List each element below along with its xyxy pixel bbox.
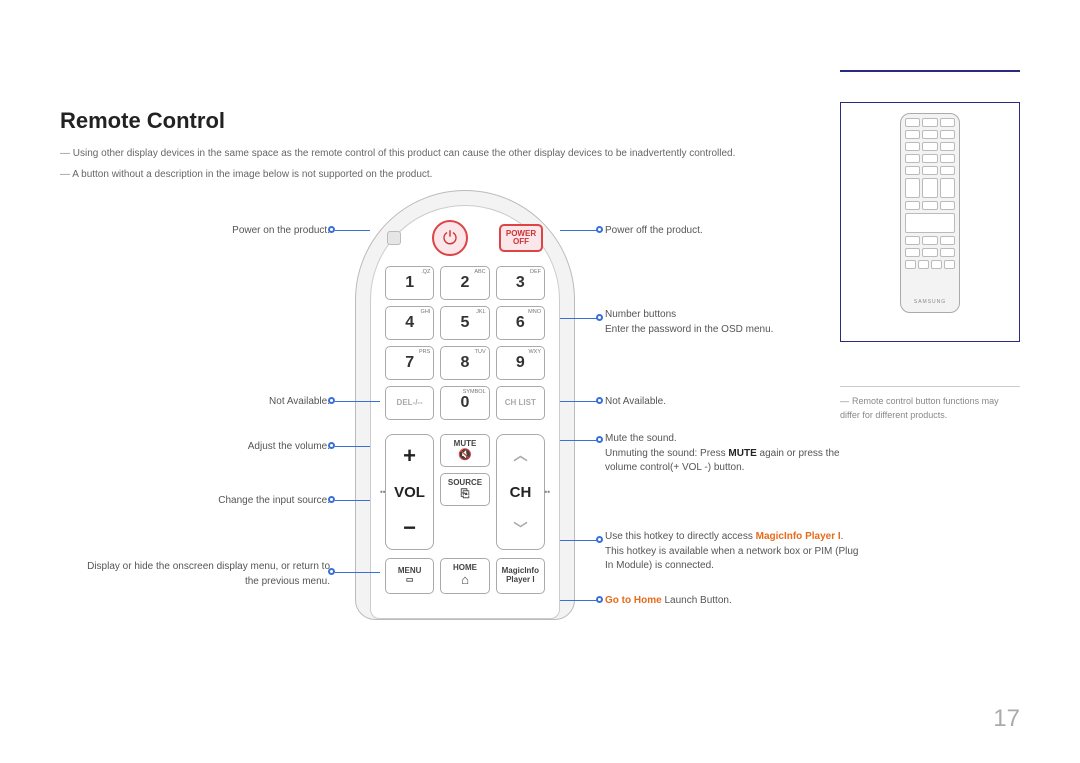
power-off-label-2: OFF [513, 238, 529, 246]
key-chlist[interactable]: CH LIST [496, 386, 545, 420]
page-number: 17 [993, 705, 1020, 733]
remote-diagram: ⏻ POWER OFF .QZ1 ABC2 DEF3 GHI4 JKL5 MNO… [60, 190, 840, 620]
callout-dot [596, 226, 603, 233]
callout-dot [596, 536, 603, 543]
number-pad: .QZ1 ABC2 DEF3 GHI4 JKL5 MNO6 PRS7 TUV8 … [381, 266, 549, 420]
magicinfo-button[interactable]: MagicInfo Player I [496, 558, 545, 594]
ir-sensor [387, 231, 401, 245]
home-icon [461, 573, 469, 587]
source-button[interactable]: SOURCE [440, 473, 490, 506]
minus-icon: − [403, 517, 416, 539]
volume-rocker[interactable]: •• + VOL − [385, 434, 434, 550]
power-off-button[interactable]: POWER OFF [499, 224, 543, 252]
menu-icon: ▭ [406, 576, 414, 585]
label-home: Go to Home Launch Button. [605, 594, 865, 609]
label-source: Change the input source. [80, 494, 330, 509]
label-power-on: Power on the product. [80, 224, 330, 239]
ch-label: CH [510, 484, 532, 501]
key-7[interactable]: PRS7 [385, 346, 434, 380]
label-number: Number buttons Enter the password in the… [605, 308, 865, 337]
label-mute: Mute the sound. Unmuting the sound: Pres… [605, 432, 865, 476]
key-0[interactable]: SYMBOL0 [440, 386, 489, 420]
key-4[interactable]: GHI4 [385, 306, 434, 340]
key-1[interactable]: .QZ1 [385, 266, 434, 300]
key-9[interactable]: WXY9 [496, 346, 545, 380]
vol-label: VOL [394, 484, 425, 501]
chevron-up-icon: ︿ [514, 445, 528, 465]
callout-dot [596, 596, 603, 603]
key-5[interactable]: JKL5 [440, 306, 489, 340]
key-del[interactable]: DEL-/-- [385, 386, 434, 420]
thumbnail-remote: SAMSUNG [900, 113, 960, 313]
sidebar-note: ―Remote control button functions may dif… [840, 378, 1020, 422]
callout-dot [596, 436, 603, 443]
remote-body: ⏻ POWER OFF .QZ1 ABC2 DEF3 GHI4 JKL5 MNO… [355, 190, 575, 620]
key-6[interactable]: MNO6 [496, 306, 545, 340]
header-rule [840, 70, 1020, 72]
menu-button[interactable]: MENU ▭ [385, 558, 434, 594]
brand-label: SAMSUNG [905, 299, 955, 308]
callout-dot [596, 397, 603, 404]
source-icon [461, 488, 470, 500]
thumbnail-frame: SAMSUNG [840, 102, 1020, 342]
home-button[interactable]: HOME [440, 558, 489, 594]
label-menu: Display or hide the onscreen display men… [80, 560, 330, 589]
key-2[interactable]: ABC2 [440, 266, 489, 300]
channel-rocker[interactable]: •• ︿ CH ﹀ [496, 434, 545, 550]
key-8[interactable]: TUV8 [440, 346, 489, 380]
label-na-right: Not Available. [605, 395, 865, 410]
mute-button[interactable]: MUTE [440, 434, 490, 467]
label-power-off: Power off the product. [605, 224, 865, 239]
plus-icon: + [403, 445, 416, 467]
power-icon: ⏻ [443, 228, 457, 249]
label-na-left: Not Available. [80, 395, 330, 410]
key-3[interactable]: DEF3 [496, 266, 545, 300]
callout-dot [596, 314, 603, 321]
chevron-down-icon: ﹀ [514, 519, 528, 539]
mute-icon [458, 449, 472, 461]
label-magicinfo: Use this hotkey to directly access Magic… [605, 530, 865, 574]
label-volume: Adjust the volume. [80, 440, 330, 455]
power-on-button[interactable]: ⏻ [432, 220, 468, 256]
